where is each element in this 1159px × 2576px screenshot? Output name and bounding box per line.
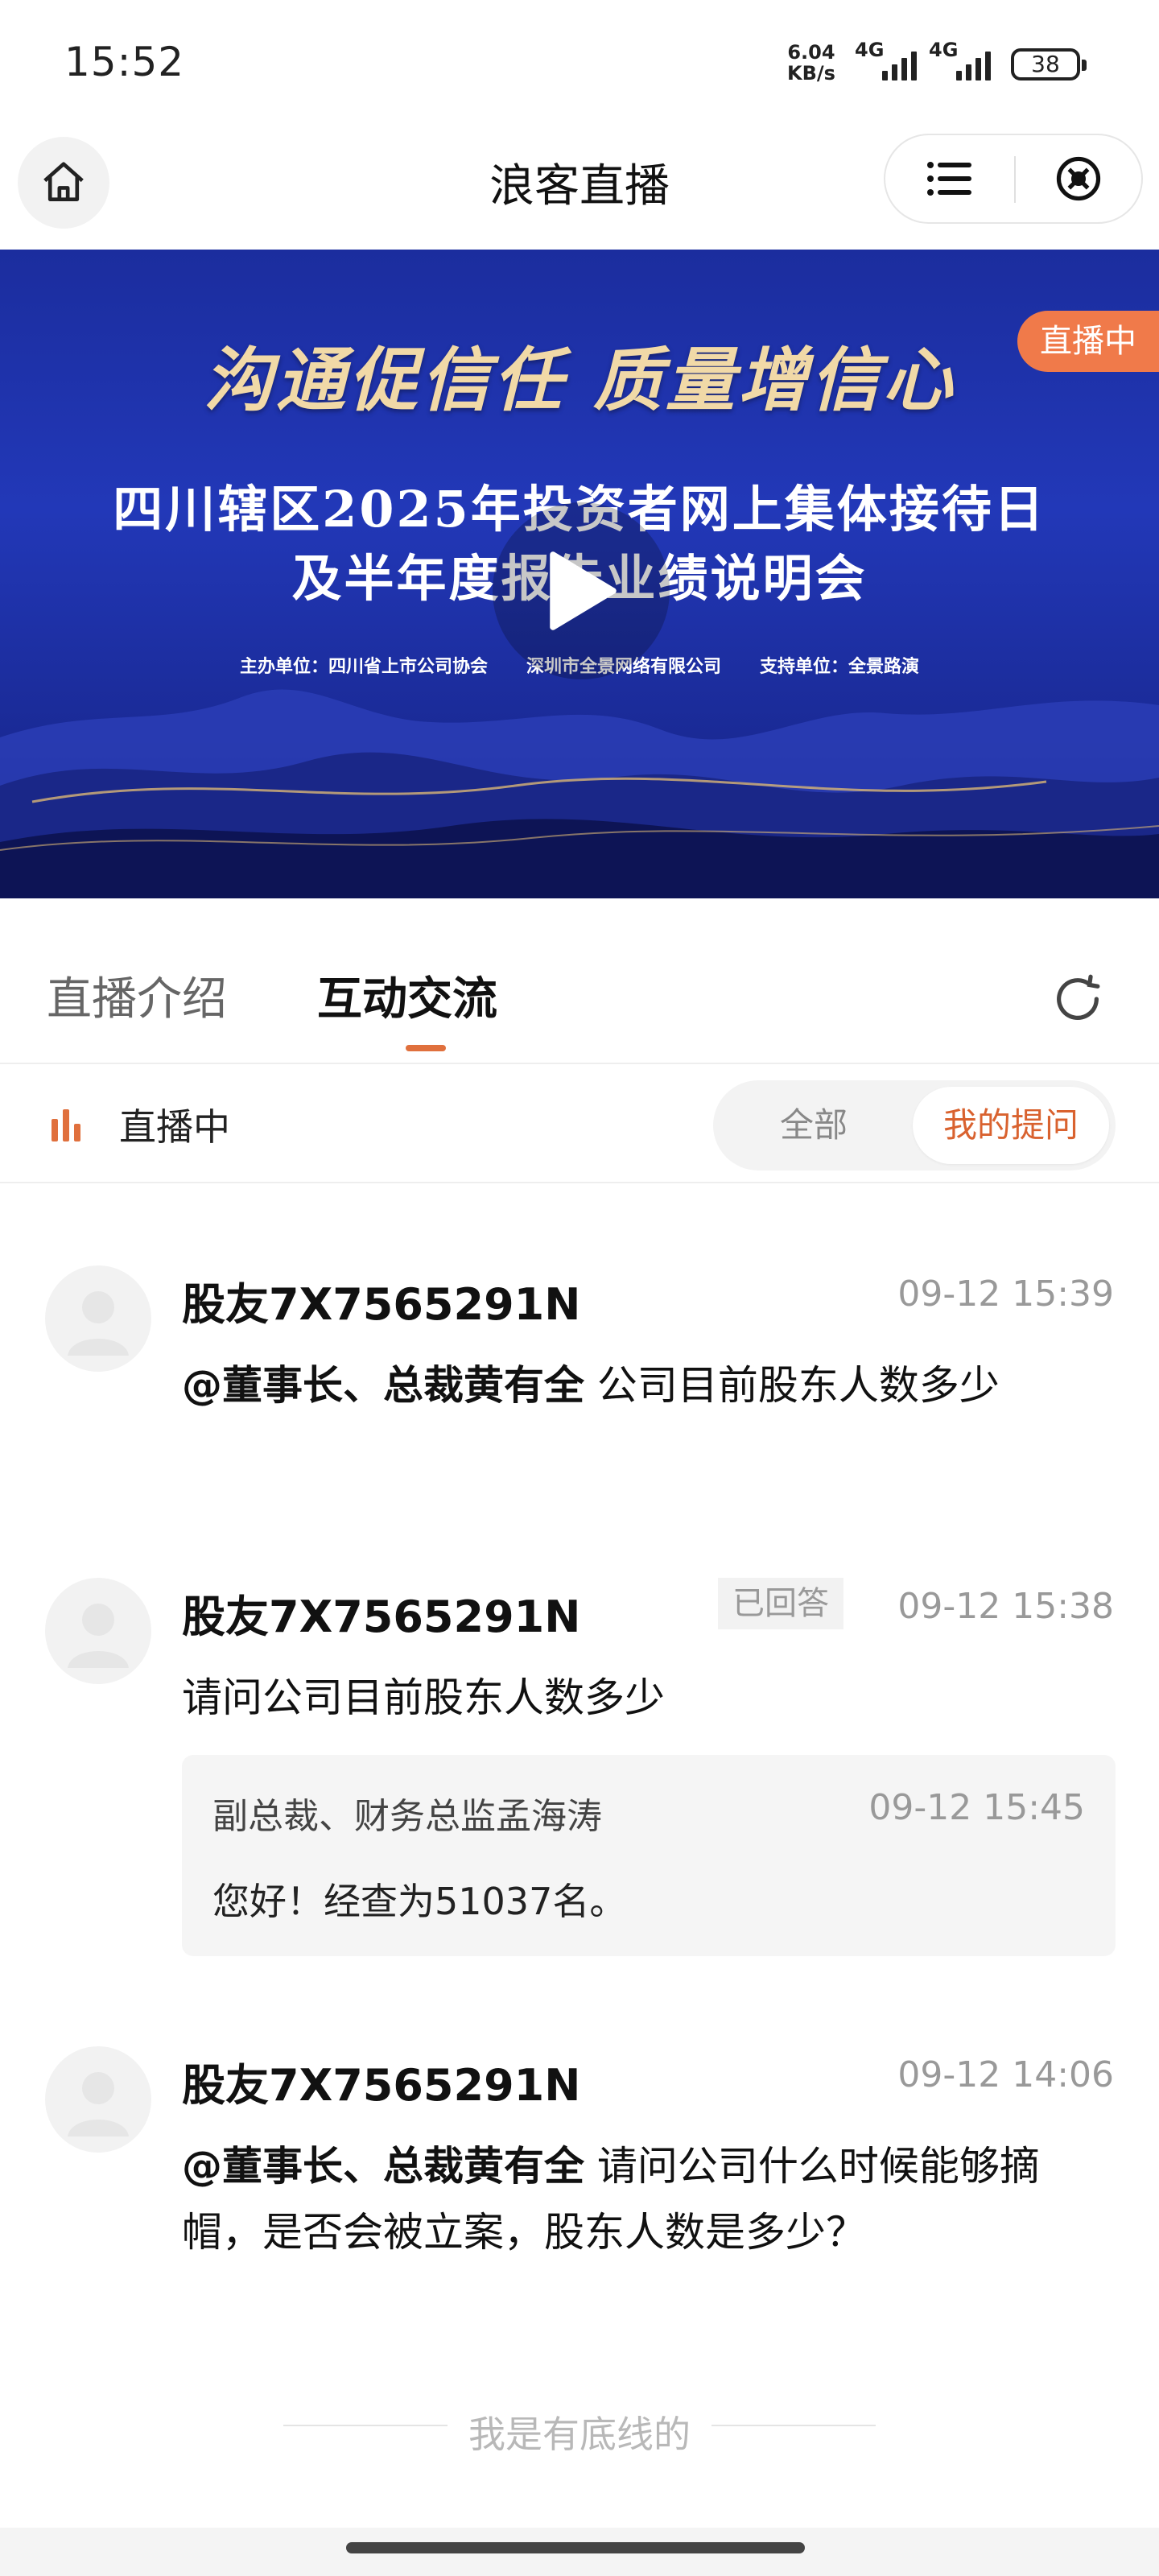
live-filter-bar: 直播中 全部 我的提问	[0, 1064, 1159, 1183]
signal-icon: 4G	[855, 39, 924, 80]
filter-my-questions-button[interactable]: 我的提问	[913, 1087, 1109, 1164]
network-speed-unit: KB/s	[787, 62, 835, 85]
refresh-icon[interactable]	[1050, 971, 1106, 1027]
end-of-list-text: 我是有底线的	[0, 2405, 1159, 2458]
network-speed: 6.04 KB/s	[787, 42, 835, 84]
live-status-label: 直播中	[119, 1105, 230, 1149]
menu-list-icon	[927, 162, 971, 196]
user-avatar-icon	[68, 1291, 129, 1356]
close-circle-icon	[1056, 156, 1101, 201]
content-tabs: 直播介绍 互动交流	[0, 898, 1159, 1064]
message-username: 股友7X7565291N	[182, 2060, 581, 2111]
message-time: 09-12 15:38	[897, 1586, 1114, 1627]
live-video-banner[interactable]: 沟通促信任 质量增信心 四川辖区2025年投资者网上集体接待日 及半年度报告业绩…	[0, 250, 1159, 898]
menu-button[interactable]	[885, 135, 1014, 222]
message-text: 请问公司目前股东人数多少	[182, 1674, 665, 1721]
live-bars-icon	[52, 1109, 80, 1141]
avatar	[45, 2046, 151, 2153]
play-button[interactable]	[493, 502, 670, 679]
mini-program-capsule	[884, 134, 1143, 224]
message-username: 股友7X7565291N	[182, 1279, 581, 1330]
play-icon	[550, 551, 617, 630]
message-body: 公司目前股东人数多少	[584, 1362, 1000, 1409]
answer-author: 副总裁、财务总监孟海涛	[212, 1796, 602, 1837]
supporter-label: 支持单位：全景路演	[760, 657, 920, 677]
signal-icon: 4G	[929, 39, 998, 80]
user-avatar-icon	[68, 1604, 129, 1668]
user-avatar-icon	[68, 2072, 129, 2136]
message-mention: @董事长、总裁黄有全	[182, 1362, 584, 1409]
message-time: 09-12 14:06	[897, 2054, 1114, 2095]
status-time: 15:52	[64, 39, 185, 85]
message-username: 股友7X7565291N	[182, 1591, 581, 1642]
message-time: 09-12 15:39	[897, 1274, 1114, 1315]
end-of-list-label: 我是有底线的	[448, 2413, 711, 2456]
organizer-label: 主办单位：四川省上市公司协会	[239, 657, 488, 677]
message-mention: @董事长、总裁黄有全	[182, 2143, 584, 2190]
message-text: @董事长、总裁黄有全 请问公司什么时候能够摘帽，是否会被立案，股东人数是多少？	[182, 2133, 1116, 2265]
live-status-tag: 直播中	[1017, 311, 1159, 372]
tab-interaction[interactable]: 互动交流	[317, 963, 497, 1028]
home-gesture-bar[interactable]	[346, 2542, 805, 2553]
battery-level: 38	[1031, 51, 1060, 77]
close-button[interactable]	[1014, 135, 1143, 222]
network-speed-value: 6.04	[787, 41, 835, 64]
question-filter: 全部 我的提问	[713, 1080, 1116, 1170]
tab-live-intro[interactable]: 直播介绍	[47, 963, 227, 1028]
filter-all-button[interactable]: 全部	[713, 1080, 914, 1170]
answer-time: 09-12 15:45	[868, 1787, 1085, 1828]
avatar	[45, 1578, 151, 1684]
answer-text: 您好！经查为51037名。	[212, 1880, 627, 1923]
message-text: @董事长、总裁黄有全 公司目前股东人数多少	[182, 1352, 1116, 1418]
answer-box: 副总裁、财务总监孟海涛 09-12 15:45 您好！经查为51037名。	[182, 1755, 1116, 1956]
answered-badge: 已回答	[718, 1578, 843, 1629]
network-type-label: 4G	[929, 39, 959, 61]
network-type-label: 4G	[855, 39, 885, 61]
battery-icon: 38	[1011, 48, 1087, 80]
active-tab-indicator	[406, 1045, 446, 1051]
avatar	[45, 1265, 151, 1372]
banner-slogan: 沟通促信任 质量增信心	[204, 340, 955, 421]
